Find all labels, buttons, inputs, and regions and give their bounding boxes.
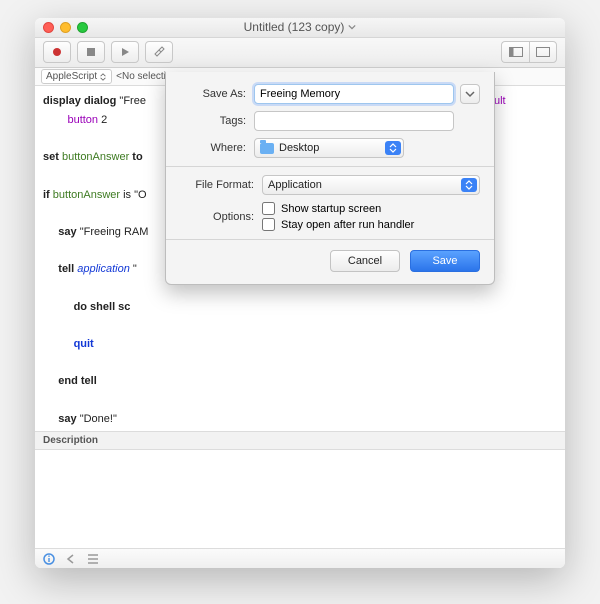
language-popup[interactable]: AppleScript [41,69,112,84]
compile-button[interactable] [145,41,173,63]
show-startup-checkbox[interactable]: Show startup screen [262,202,480,215]
kw: say [58,413,76,425]
window-minimize-button[interactable] [60,22,71,33]
window-zoom-button[interactable] [77,22,88,33]
kw: quit [74,338,94,350]
cancel-button[interactable]: Cancel [330,250,400,272]
play-icon [120,47,130,57]
tok: "Done!" [77,413,117,425]
hammer-icon [153,46,165,58]
window-title-text: Untitled (123 copy) [244,20,345,34]
pane-right-icon [536,47,550,57]
save-dialog-sheet: Save As: Tags: Where: Desktop File Forma… [165,72,495,285]
tags-input[interactable] [254,111,454,131]
window-close-button[interactable] [43,22,54,33]
kw: end tell [58,375,97,387]
var: buttonAnswer [53,189,120,201]
tok: is "O [120,189,147,201]
save-as-input[interactable] [254,84,454,104]
kw: to [129,151,146,163]
script-editor-window: Untitled (123 copy) AppleScript [35,18,565,568]
info-icon[interactable] [43,553,55,565]
where-label: Where: [180,142,254,154]
tags-label: Tags: [180,115,254,127]
list-icon[interactable] [87,553,99,565]
save-button[interactable]: Save [410,250,480,272]
chevron-down-icon [348,23,356,31]
save-as-label: Save As: [180,88,254,100]
checkbox-input[interactable] [262,202,275,215]
kw: display dialog [43,95,116,107]
window-title: Untitled (123 copy) [35,20,565,34]
nav-back-icon[interactable] [65,553,77,565]
stop-button[interactable] [77,41,105,63]
kw: tell [58,263,77,275]
titlebar: Untitled (123 copy) [35,18,565,38]
file-format-popup[interactable]: Application [262,175,480,195]
record-icon [52,47,62,57]
file-format-label: File Format: [180,179,262,191]
description-heading: Description [35,431,565,450]
run-button[interactable] [111,41,139,63]
chevron-down-icon [465,89,475,99]
kw: button [67,114,98,126]
kw: if [43,189,53,201]
checkbox-input[interactable] [262,218,275,231]
divider [166,166,494,167]
options-label: Options: [180,211,262,223]
expand-button[interactable] [460,84,480,104]
where-popup[interactable]: Desktop [254,138,404,158]
var: buttonAnswer [62,151,129,163]
tok: "Free [116,95,146,107]
language-popup-label: AppleScript [46,71,97,82]
view-pane-left-button[interactable] [501,41,529,63]
kw: application [77,263,130,275]
option1-label: Show startup screen [281,203,381,215]
updown-icon [461,178,477,192]
tok: "Freeing RAM [77,226,149,238]
stop-icon [86,47,96,57]
stay-open-checkbox[interactable]: Stay open after run handler [262,218,480,231]
option2-label: Stay open after run handler [281,219,414,231]
updown-icon [385,141,401,155]
view-pane-right-button[interactable] [529,41,557,63]
kw: set [43,151,62,163]
kw: do shell sc [74,301,131,313]
kw: say [58,226,76,238]
description-pane[interactable] [35,450,565,548]
divider [166,239,494,240]
where-value: Desktop [279,142,319,154]
tok: " [130,263,137,275]
folder-icon [260,143,274,154]
toolbar [35,38,565,68]
pane-left-icon [509,47,523,57]
updown-icon [99,73,107,81]
record-button[interactable] [43,41,71,63]
file-format-value: Application [268,179,322,191]
traffic-lights [43,22,88,33]
status-bar [35,548,565,568]
tok: 2 [98,114,107,126]
